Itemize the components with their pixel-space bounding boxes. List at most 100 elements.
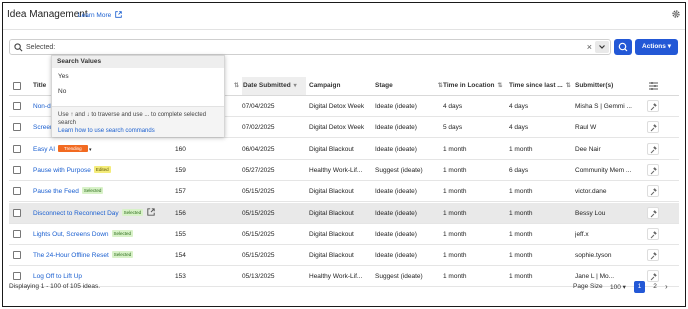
- search-input[interactable]: Selected: ×: [9, 39, 611, 55]
- cell-campaign: Digital Blackout: [309, 209, 354, 217]
- sort-icon[interactable]: ⇅: [566, 83, 571, 89]
- select-all-checkbox[interactable]: [13, 82, 21, 90]
- cell-campaign: Healthy Work-Lif...: [309, 166, 363, 174]
- row-checkbox[interactable]: [13, 251, 21, 260]
- cell-id: 155: [175, 230, 186, 238]
- cell-tloc: 4 days: [443, 103, 463, 110]
- cell-stage: Ideate (ideate): [375, 124, 417, 132]
- column-header-label[interactable]: Submitter(s): [575, 82, 613, 89]
- gear-icon[interactable]: [671, 9, 681, 19]
- idea-title-cell: Pause with Purpose Edited: [33, 160, 111, 181]
- idea-title-link[interactable]: Non-d: [33, 103, 51, 110]
- idea-title-link[interactable]: Pause with Purpose: [33, 167, 91, 174]
- row-checkbox[interactable]: [13, 208, 21, 217]
- gavel-icon: [650, 103, 657, 111]
- column-header-label[interactable]: Time since last ...: [509, 82, 563, 89]
- row-checkbox[interactable]: [13, 102, 21, 110]
- sort-icon[interactable]: ⇅: [234, 83, 239, 89]
- gavel-icon: [650, 188, 657, 196]
- row-action-button[interactable]: [647, 163, 659, 176]
- gavel-icon: [650, 252, 657, 260]
- cell-campaign: Digital Blackout: [309, 188, 354, 196]
- row-action-button[interactable]: [647, 206, 659, 219]
- gavel-icon: [650, 124, 657, 132]
- column-header-submitters[interactable]: Submitter(s): [575, 77, 613, 95]
- table-row[interactable]: Easy AI Trending ▾ 160 06/04/2025 Digital Bl…: [9, 139, 679, 160]
- idea-title-link[interactable]: The 24-Hour Offline Reset: [33, 252, 109, 259]
- learn-more-label[interactable]: Learn More: [78, 12, 111, 19]
- table-row[interactable]: Lights Out, Screens Down Selected 155 05/15…: [9, 224, 679, 245]
- cell-tloc: 1 month: [443, 252, 467, 260]
- sort-desc-icon[interactable]: ▾: [294, 83, 297, 89]
- selected-badge: Selected: [111, 251, 134, 259]
- row-checkbox[interactable]: [13, 229, 21, 238]
- column-header-date-submitted[interactable]: Date Submitted ▾: [242, 77, 306, 95]
- column-header-label[interactable]: Title: [33, 82, 46, 89]
- idea-title-link[interactable]: Disconnect to Reconnect Day: [33, 210, 119, 217]
- chevron-down-icon: [599, 45, 605, 49]
- badge-dropdown-icon[interactable]: ▾: [88, 147, 92, 153]
- idea-title-link[interactable]: Pause the Feed: [33, 188, 79, 195]
- column-header-label[interactable]: Campaign: [309, 82, 340, 89]
- row-checkbox[interactable]: [13, 187, 21, 196]
- external-link-icon: [115, 11, 122, 18]
- idea-title-cell: Lights Out, Screens Down Selected: [33, 224, 134, 245]
- page-size-select[interactable]: 100 ▾: [610, 283, 626, 291]
- table-row[interactable]: Pause the Feed Selected 157 05/15/2025 Digit…: [9, 181, 679, 203]
- table-row[interactable]: Disconnect to Reconnect Day Selected 156 05…: [9, 202, 679, 224]
- cell-tlast: 4 days: [509, 124, 529, 132]
- idea-title-link[interactable]: Easy AI: [33, 146, 55, 153]
- cell-id: 154: [175, 252, 186, 260]
- page-size-label: Page Size: [573, 283, 603, 290]
- column-header-campaign[interactable]: Campaign: [309, 77, 340, 95]
- column-header-time-in-location[interactable]: Time in Location ⇅: [443, 77, 503, 95]
- row-checkbox[interactable]: [13, 165, 21, 174]
- popup-option-yes[interactable]: Yes: [58, 73, 69, 80]
- row-checkbox[interactable]: [13, 144, 21, 153]
- column-header-time-since-last[interactable]: Time since last ... ⇅: [509, 77, 571, 95]
- search-dropdown-toggle[interactable]: [595, 41, 609, 53]
- page-header: Idea Management Learn More: [3, 3, 685, 29]
- page-2-button[interactable]: 2: [650, 281, 660, 293]
- table-row[interactable]: The 24-Hour Offline Reset Selected 154 05/1…: [9, 245, 679, 267]
- table-footer: Displaying 1 - 100 of 105 ideas. Page Si…: [3, 278, 685, 298]
- row-action-button[interactable]: [647, 227, 659, 240]
- cell-tloc: 1 month: [443, 188, 467, 196]
- cell-sub: jeff.x: [575, 230, 589, 238]
- gavel-icon: [650, 167, 657, 175]
- cell-date: 05/15/2025: [242, 230, 275, 238]
- row-action-button[interactable]: [647, 121, 659, 134]
- learn-more-link[interactable]: Learn More: [78, 11, 122, 19]
- page-1-button[interactable]: 1: [634, 281, 645, 293]
- cell-id: 156: [175, 209, 186, 217]
- actions-button[interactable]: Actions ▾: [635, 39, 678, 55]
- sort-icon[interactable]: ⇅: [498, 83, 503, 89]
- popup-option-no[interactable]: No: [58, 88, 66, 95]
- search-icon: [618, 42, 628, 52]
- column-header-label[interactable]: Stage: [375, 82, 393, 89]
- open-in-new-icon[interactable]: [147, 207, 155, 216]
- sort-icon[interactable]: ⇅: [438, 83, 443, 89]
- column-sort-id[interactable]: ⇅: [231, 77, 239, 95]
- column-header-title[interactable]: Title: [33, 77, 46, 95]
- popup-help: Use ↑ and ↓ to traverse and use ... to c…: [52, 106, 224, 137]
- gavel-icon: [650, 231, 657, 239]
- column-header-label[interactable]: Date Submitted: [243, 82, 291, 89]
- idea-title-link[interactable]: Lights Out, Screens Down: [33, 231, 109, 238]
- cell-stage: Ideate (ideate): [375, 209, 417, 217]
- row-checkbox[interactable]: [13, 123, 21, 132]
- column-header-label[interactable]: Time in Location: [443, 82, 495, 89]
- row-action-button[interactable]: [647, 185, 659, 198]
- column-header-stage[interactable]: Stage ⇅: [375, 77, 443, 95]
- table-row[interactable]: Pause with Purpose Edited 159 05/27/2025 Hea…: [9, 160, 679, 181]
- cell-sub: sophie.tyson: [575, 252, 612, 260]
- search-commands-link[interactable]: Learn how to use search commands: [58, 128, 155, 134]
- row-action-button[interactable]: [647, 100, 659, 112]
- next-page-icon[interactable]: ›: [665, 281, 668, 293]
- row-action-button[interactable]: [647, 249, 659, 262]
- search-selected-token[interactable]: Selected:: [26, 44, 55, 51]
- column-settings-icon[interactable]: [649, 82, 658, 90]
- clear-icon[interactable]: ×: [587, 42, 592, 52]
- row-action-button[interactable]: [647, 142, 659, 155]
- search-button[interactable]: [614, 39, 632, 55]
